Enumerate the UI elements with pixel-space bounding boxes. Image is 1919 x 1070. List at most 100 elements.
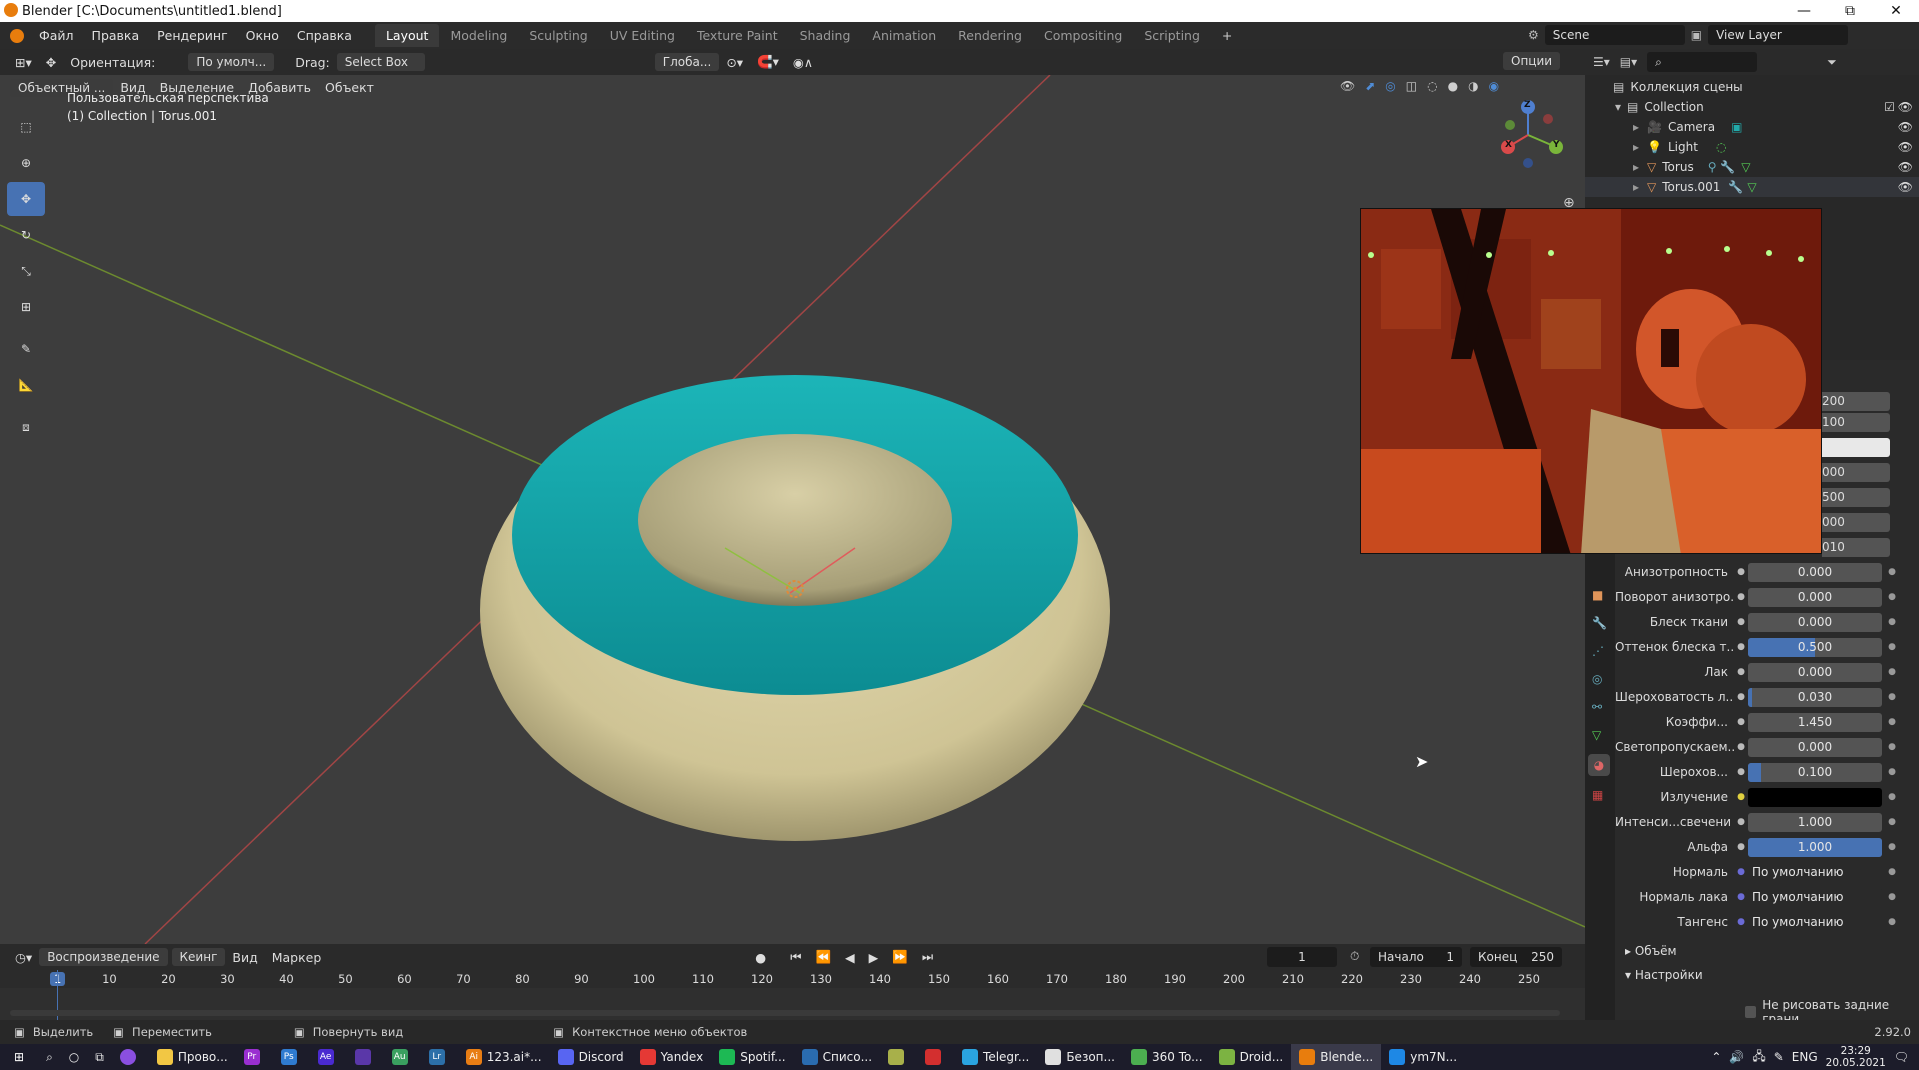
keyframe-dot-icon[interactable]: ●	[1882, 742, 1902, 752]
playback-dropdown[interactable]: Воспроизведение	[39, 948, 168, 966]
tab-compositing[interactable]: Compositing	[1033, 24, 1133, 47]
property-value-field[interactable]: По умолчанию	[1748, 887, 1882, 907]
expand-icon[interactable]: ▾	[1615, 100, 1621, 114]
maximize-button[interactable]: ⧉	[1827, 0, 1873, 22]
visibility-icon[interactable]: 👁	[1340, 79, 1355, 93]
tab-layout[interactable]: Layout	[374, 24, 440, 47]
add-cube-tool[interactable]: ⧈	[7, 410, 45, 444]
taskbar-app[interactable]: Ps	[273, 1044, 310, 1070]
3d-viewport[interactable]: Объектный ... Вид Выделение Добавить Объ…	[0, 75, 1585, 944]
menu-window[interactable]: Окно	[237, 28, 288, 43]
taskbar-app[interactable]: Blende...	[1291, 1044, 1382, 1070]
outliner-editor-icon[interactable]: ☰▾	[1593, 55, 1610, 69]
property-value-field[interactable]: 0.500	[1748, 637, 1882, 657]
record-icon[interactable]: ●	[748, 948, 773, 967]
outliner-item-torus-001[interactable]: ▸ ▽ Torus.001 🔧 ▽ 👁	[1585, 177, 1919, 197]
volume-section-header[interactable]: ▸ Объём	[1625, 944, 1677, 958]
volume-icon[interactable]: 🔊	[1729, 1050, 1744, 1064]
socket-dot-icon[interactable]: ●	[1734, 667, 1748, 677]
transform-orientation-dropdown[interactable]: Глоба...	[654, 53, 720, 71]
start-frame-field[interactable]: Начало 1	[1370, 947, 1462, 967]
menu-edit[interactable]: Правка	[83, 28, 149, 43]
xray-icon[interactable]: ◫	[1406, 79, 1417, 93]
property-value-field[interactable]: 1.000	[1748, 812, 1882, 832]
taskbar-app[interactable]	[347, 1044, 384, 1070]
scale-tool[interactable]: ⤡	[7, 254, 45, 288]
timeline-editor-icon[interactable]: ◷▾	[8, 948, 39, 967]
checkbox-icon[interactable]: ☑	[1884, 100, 1895, 114]
taskbar-app[interactable]: Lr	[421, 1044, 458, 1070]
property-value-field[interactable]: По умолчанию	[1748, 862, 1882, 882]
keyframe-dot-icon[interactable]: ●	[1882, 717, 1902, 727]
next-key-icon[interactable]: ⏩	[885, 947, 915, 967]
keyframe-dot-icon[interactable]: ●	[1882, 642, 1902, 652]
annotate-tool[interactable]: ✎	[7, 332, 45, 366]
measure-tool[interactable]: 📐	[7, 368, 45, 402]
outliner-item-light[interactable]: ▸ 💡 Light ◌ 👁	[1585, 137, 1919, 157]
drag-dropdown[interactable]: Select Box	[336, 53, 425, 71]
socket-dot-icon[interactable]: ●	[1734, 817, 1748, 827]
taskbar-app[interactable]: Droid...	[1211, 1044, 1292, 1070]
filter-icon[interactable]: ⏷	[1827, 55, 1837, 70]
taskbar-app[interactable]: Telegr...	[954, 1044, 1037, 1070]
socket-dot-icon[interactable]: ●	[1734, 692, 1748, 702]
socket-dot-icon[interactable]: ●	[1734, 617, 1748, 627]
blender-menu-icon[interactable]	[10, 28, 24, 43]
taskbar-app[interactable]: Прово...	[149, 1044, 236, 1070]
transform-tool[interactable]: ⊞	[7, 290, 45, 324]
property-value-field[interactable]	[1748, 787, 1882, 807]
timeline-view-menu[interactable]: Вид	[225, 948, 264, 967]
property-value-field[interactable]: 0.100	[1748, 762, 1882, 782]
cortana-icon[interactable]: ○	[61, 1044, 87, 1070]
tray-arrow-icon[interactable]: ⌃	[1711, 1050, 1721, 1064]
timeline-ruler[interactable]: 1102030405060708090100110120130140150160…	[0, 970, 1585, 988]
keyframe-dot-icon[interactable]: ●	[1882, 767, 1902, 777]
prev-key-icon[interactable]: ⏪	[808, 947, 838, 967]
language-indicator[interactable]: ENG	[1792, 1050, 1818, 1064]
notifications-icon[interactable]: 🗨	[1894, 1050, 1909, 1064]
hidden-color-field[interactable]	[1822, 438, 1890, 457]
taskbar-app[interactable]: Pr	[236, 1044, 273, 1070]
eye-icon[interactable]: 👁	[1898, 180, 1913, 194]
search-icon[interactable]: ⌕	[38, 1044, 61, 1070]
socket-dot-icon[interactable]: ●	[1734, 567, 1748, 577]
view-layer-selector[interactable]: View Layer	[1708, 25, 1849, 45]
keyframe-dot-icon[interactable]: ●	[1882, 592, 1902, 602]
tab-shading[interactable]: Shading	[789, 24, 862, 47]
hidden-value-field[interactable]: 200	[1822, 392, 1890, 411]
tab-texture-paint[interactable]: Texture Paint	[686, 24, 789, 47]
eye-icon[interactable]: 👁	[1898, 160, 1913, 174]
move-tool-icon[interactable]: ✥	[39, 53, 63, 72]
play-reverse-icon[interactable]: ◀	[838, 948, 862, 967]
socket-dot-icon[interactable]: ●	[1734, 742, 1748, 752]
scene-selector[interactable]: Scene	[1544, 25, 1685, 45]
object-tab-icon[interactable]: ■	[1592, 588, 1603, 602]
taskbar-app[interactable]	[880, 1044, 917, 1070]
property-value-field[interactable]: 0.000	[1748, 612, 1882, 632]
material-shading-icon[interactable]: ◑	[1468, 79, 1478, 93]
particles-tab-icon[interactable]: ⋰	[1592, 644, 1604, 658]
pen-icon[interactable]: ✎	[1774, 1050, 1784, 1064]
tab-animation[interactable]: Animation	[861, 24, 947, 47]
hidden-value-field[interactable]: 000	[1822, 463, 1890, 482]
taskbar-app[interactable]: Discord	[550, 1044, 632, 1070]
checkbox-icon[interactable]	[1745, 1006, 1757, 1018]
hidden-value-field[interactable]: 000	[1822, 513, 1890, 532]
tab-uv-editing[interactable]: UV Editing	[599, 24, 686, 47]
property-value-field[interactable]: 0.000	[1748, 562, 1882, 582]
play-icon[interactable]: ▶	[862, 948, 886, 967]
socket-dot-icon[interactable]: ●	[1734, 842, 1748, 852]
socket-dot-icon[interactable]: ●	[1734, 917, 1748, 927]
editor-type-icon[interactable]: ⊞▾	[8, 53, 39, 72]
outliner-search-input[interactable]: ⌕	[1647, 52, 1758, 72]
modifier-tab-icon[interactable]: 🔧	[1592, 616, 1607, 630]
taskbar-app[interactable]: Списо...	[794, 1044, 880, 1070]
data-tab-icon[interactable]: ▽	[1592, 728, 1601, 742]
property-value-field[interactable]: 0.000	[1748, 737, 1882, 757]
socket-dot-icon[interactable]: ●	[1734, 792, 1748, 802]
clock[interactable]: 23:29 20.05.2021	[1826, 1045, 1886, 1069]
keyframe-dot-icon[interactable]: ●	[1882, 892, 1902, 902]
task-view-icon[interactable]: ⧉	[87, 1044, 112, 1070]
socket-dot-icon[interactable]: ●	[1734, 767, 1748, 777]
tab-modeling[interactable]: Modeling	[439, 24, 518, 47]
